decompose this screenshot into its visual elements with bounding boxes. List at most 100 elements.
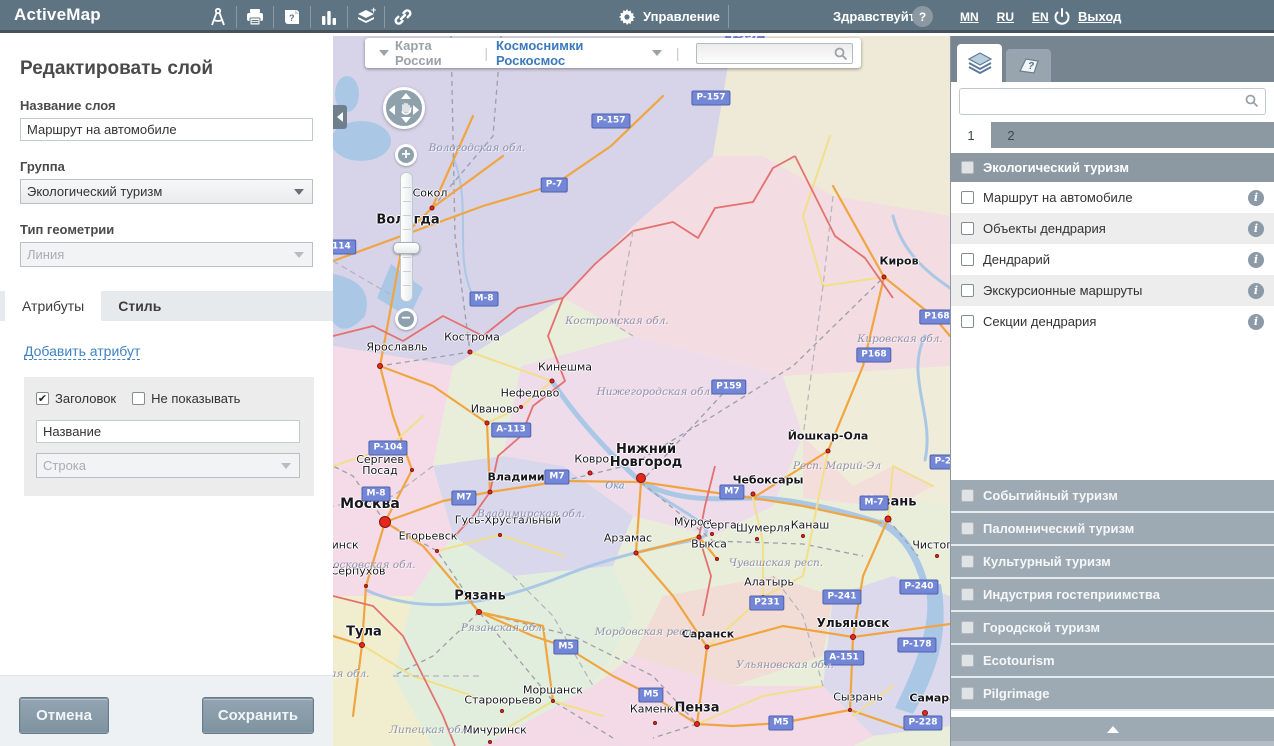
page-tab-2[interactable]: 2 xyxy=(991,122,1031,148)
group-checkbox[interactable] xyxy=(961,161,974,174)
map-city-dot xyxy=(935,554,939,558)
map-city-dot xyxy=(485,421,490,426)
page-tab-1[interactable]: 1 xyxy=(951,122,991,148)
search-icon[interactable] xyxy=(1245,94,1259,108)
map-city-label: Пенза xyxy=(674,702,719,715)
language-link-ru[interactable]: RU xyxy=(997,10,1014,24)
info-icon[interactable]: i xyxy=(1248,221,1264,237)
zoom-in-button[interactable]: + xyxy=(395,144,417,166)
layer-checkbox[interactable] xyxy=(961,222,974,235)
tab-layers[interactable] xyxy=(957,44,1002,82)
map-city-label: Мичуринск xyxy=(463,725,527,736)
map-pan-control[interactable] xyxy=(383,87,425,129)
layer-row[interactable]: Экскурсионные маршрутыi xyxy=(951,275,1274,306)
map-city-dot xyxy=(885,516,892,523)
search-icon[interactable] xyxy=(834,47,848,61)
language-link-en[interactable]: EN xyxy=(1032,10,1049,24)
map-city-dot xyxy=(476,609,482,615)
info-icon[interactable]: i xyxy=(1248,252,1264,268)
tab-attributes[interactable]: Атрибуты xyxy=(5,291,101,321)
help-button[interactable]: ? xyxy=(912,6,933,27)
attribute-name-input[interactable] xyxy=(36,420,300,443)
layer-name-input[interactable] xyxy=(20,118,313,141)
map-road-badge: Р159 xyxy=(711,380,746,395)
app-header: ActiveMap ? + xyxy=(0,0,1274,33)
group-checkbox[interactable] xyxy=(961,522,974,535)
map-search-input[interactable] xyxy=(697,44,852,63)
collapse-left-panel-button[interactable] xyxy=(333,105,347,129)
map-road-badge: Р-228 xyxy=(903,716,942,731)
group-checkbox[interactable] xyxy=(961,687,974,700)
map-canvas[interactable]: СоколВологдаКировКостромаЯрославльКинешм… xyxy=(333,36,950,746)
layer-row[interactable]: Секции дендрарияi xyxy=(951,306,1274,337)
map-layer-bar: Карта России | Космоснимки Роскосмос | xyxy=(365,38,861,68)
layer-label: Объекты дендрария xyxy=(983,221,1239,236)
legend-icon: ? xyxy=(1016,55,1042,77)
group-row[interactable]: Событийный туризм xyxy=(951,480,1274,513)
map-city-label: Кинешма xyxy=(538,362,592,373)
group-row[interactable]: Паломнический туризм xyxy=(951,513,1274,546)
measure-icon[interactable] xyxy=(200,0,236,33)
info-icon[interactable]: i xyxy=(1248,314,1264,330)
chevron-down-icon[interactable] xyxy=(379,50,389,56)
base-layer-switch[interactable]: Карта России xyxy=(395,38,476,68)
map-city-label: Каменка xyxy=(630,704,680,715)
layer-row[interactable]: Дендрарийi xyxy=(951,244,1274,275)
layers-search-input[interactable] xyxy=(960,89,1265,114)
header-checkbox[interactable] xyxy=(36,392,49,405)
group-checkbox[interactable] xyxy=(961,555,974,568)
layer-row[interactable]: Объекты дендрария i xyxy=(951,213,1274,244)
management-button[interactable]: Управление xyxy=(618,0,720,33)
pan-down-icon[interactable] xyxy=(401,117,411,123)
group-checkbox[interactable] xyxy=(961,588,974,601)
hide-checkbox[interactable] xyxy=(132,392,145,405)
cancel-button[interactable]: Отмена xyxy=(20,698,108,733)
map-city-dot xyxy=(551,699,555,703)
add-attribute-link[interactable]: Добавить атрибут xyxy=(24,343,140,360)
management-label: Управление xyxy=(643,9,720,24)
group-select[interactable]: Экологический туризм xyxy=(20,179,313,204)
info-icon[interactable]: i xyxy=(1248,283,1264,299)
map-road-badge: М7 xyxy=(451,491,476,506)
info-icon[interactable]: i xyxy=(1248,190,1264,206)
layer-checkbox[interactable] xyxy=(961,284,974,297)
group-label: Городской туризм xyxy=(983,620,1100,635)
stats-icon[interactable] xyxy=(311,0,347,33)
map-city-label: Выкса xyxy=(691,539,727,550)
link-icon[interactable] xyxy=(385,0,421,33)
active-layer-switch[interactable]: Космоснимки Роскосмос xyxy=(496,38,646,68)
save-button[interactable]: Сохранить xyxy=(203,698,313,733)
pan-left-icon[interactable] xyxy=(389,105,395,115)
print-icon[interactable] xyxy=(237,0,273,33)
zoom-slider-handle[interactable] xyxy=(393,242,420,254)
tab-style[interactable]: Стиль xyxy=(101,291,178,321)
language-link-mn[interactable]: MN xyxy=(960,10,979,24)
map-city-dot xyxy=(634,551,639,556)
group-checkbox[interactable] xyxy=(961,489,974,502)
hand-icon xyxy=(397,99,415,117)
map-road-badge: М-8 xyxy=(470,292,499,307)
logout-button[interactable]: Выход xyxy=(1052,0,1121,33)
group-header-ecotourism[interactable]: Экологический туризм xyxy=(951,153,1274,182)
layer-checkbox[interactable] xyxy=(961,191,974,204)
group-row[interactable]: Ecotourism xyxy=(951,645,1274,678)
chevron-down-icon[interactable] xyxy=(652,50,662,56)
layer-checkbox[interactable] xyxy=(961,253,974,266)
group-row[interactable]: Индустрия гостеприимства xyxy=(951,579,1274,612)
group-row[interactable]: Pilgrimage xyxy=(951,678,1274,711)
group-title: Экологический туризм xyxy=(983,160,1129,175)
group-row[interactable]: Культурный туризм xyxy=(951,546,1274,579)
add-layer-icon[interactable]: + xyxy=(348,0,384,33)
tab-legend[interactable]: ? xyxy=(1006,49,1051,82)
map-city-dot xyxy=(488,490,493,495)
layer-checkbox[interactable] xyxy=(961,315,974,328)
report-icon[interactable]: ? xyxy=(274,0,310,33)
group-checkbox[interactable] xyxy=(961,621,974,634)
group-row[interactable]: Городской туризм xyxy=(951,612,1274,645)
collapse-panel-button[interactable] xyxy=(951,717,1274,741)
zoom-out-button[interactable]: − xyxy=(395,308,417,330)
layer-row[interactable]: Маршрут на автомобилеi xyxy=(951,182,1274,213)
group-checkbox[interactable] xyxy=(961,654,974,667)
zoom-slider-track[interactable] xyxy=(400,172,413,302)
map-city-label: Йошкар-Ола xyxy=(788,431,869,442)
